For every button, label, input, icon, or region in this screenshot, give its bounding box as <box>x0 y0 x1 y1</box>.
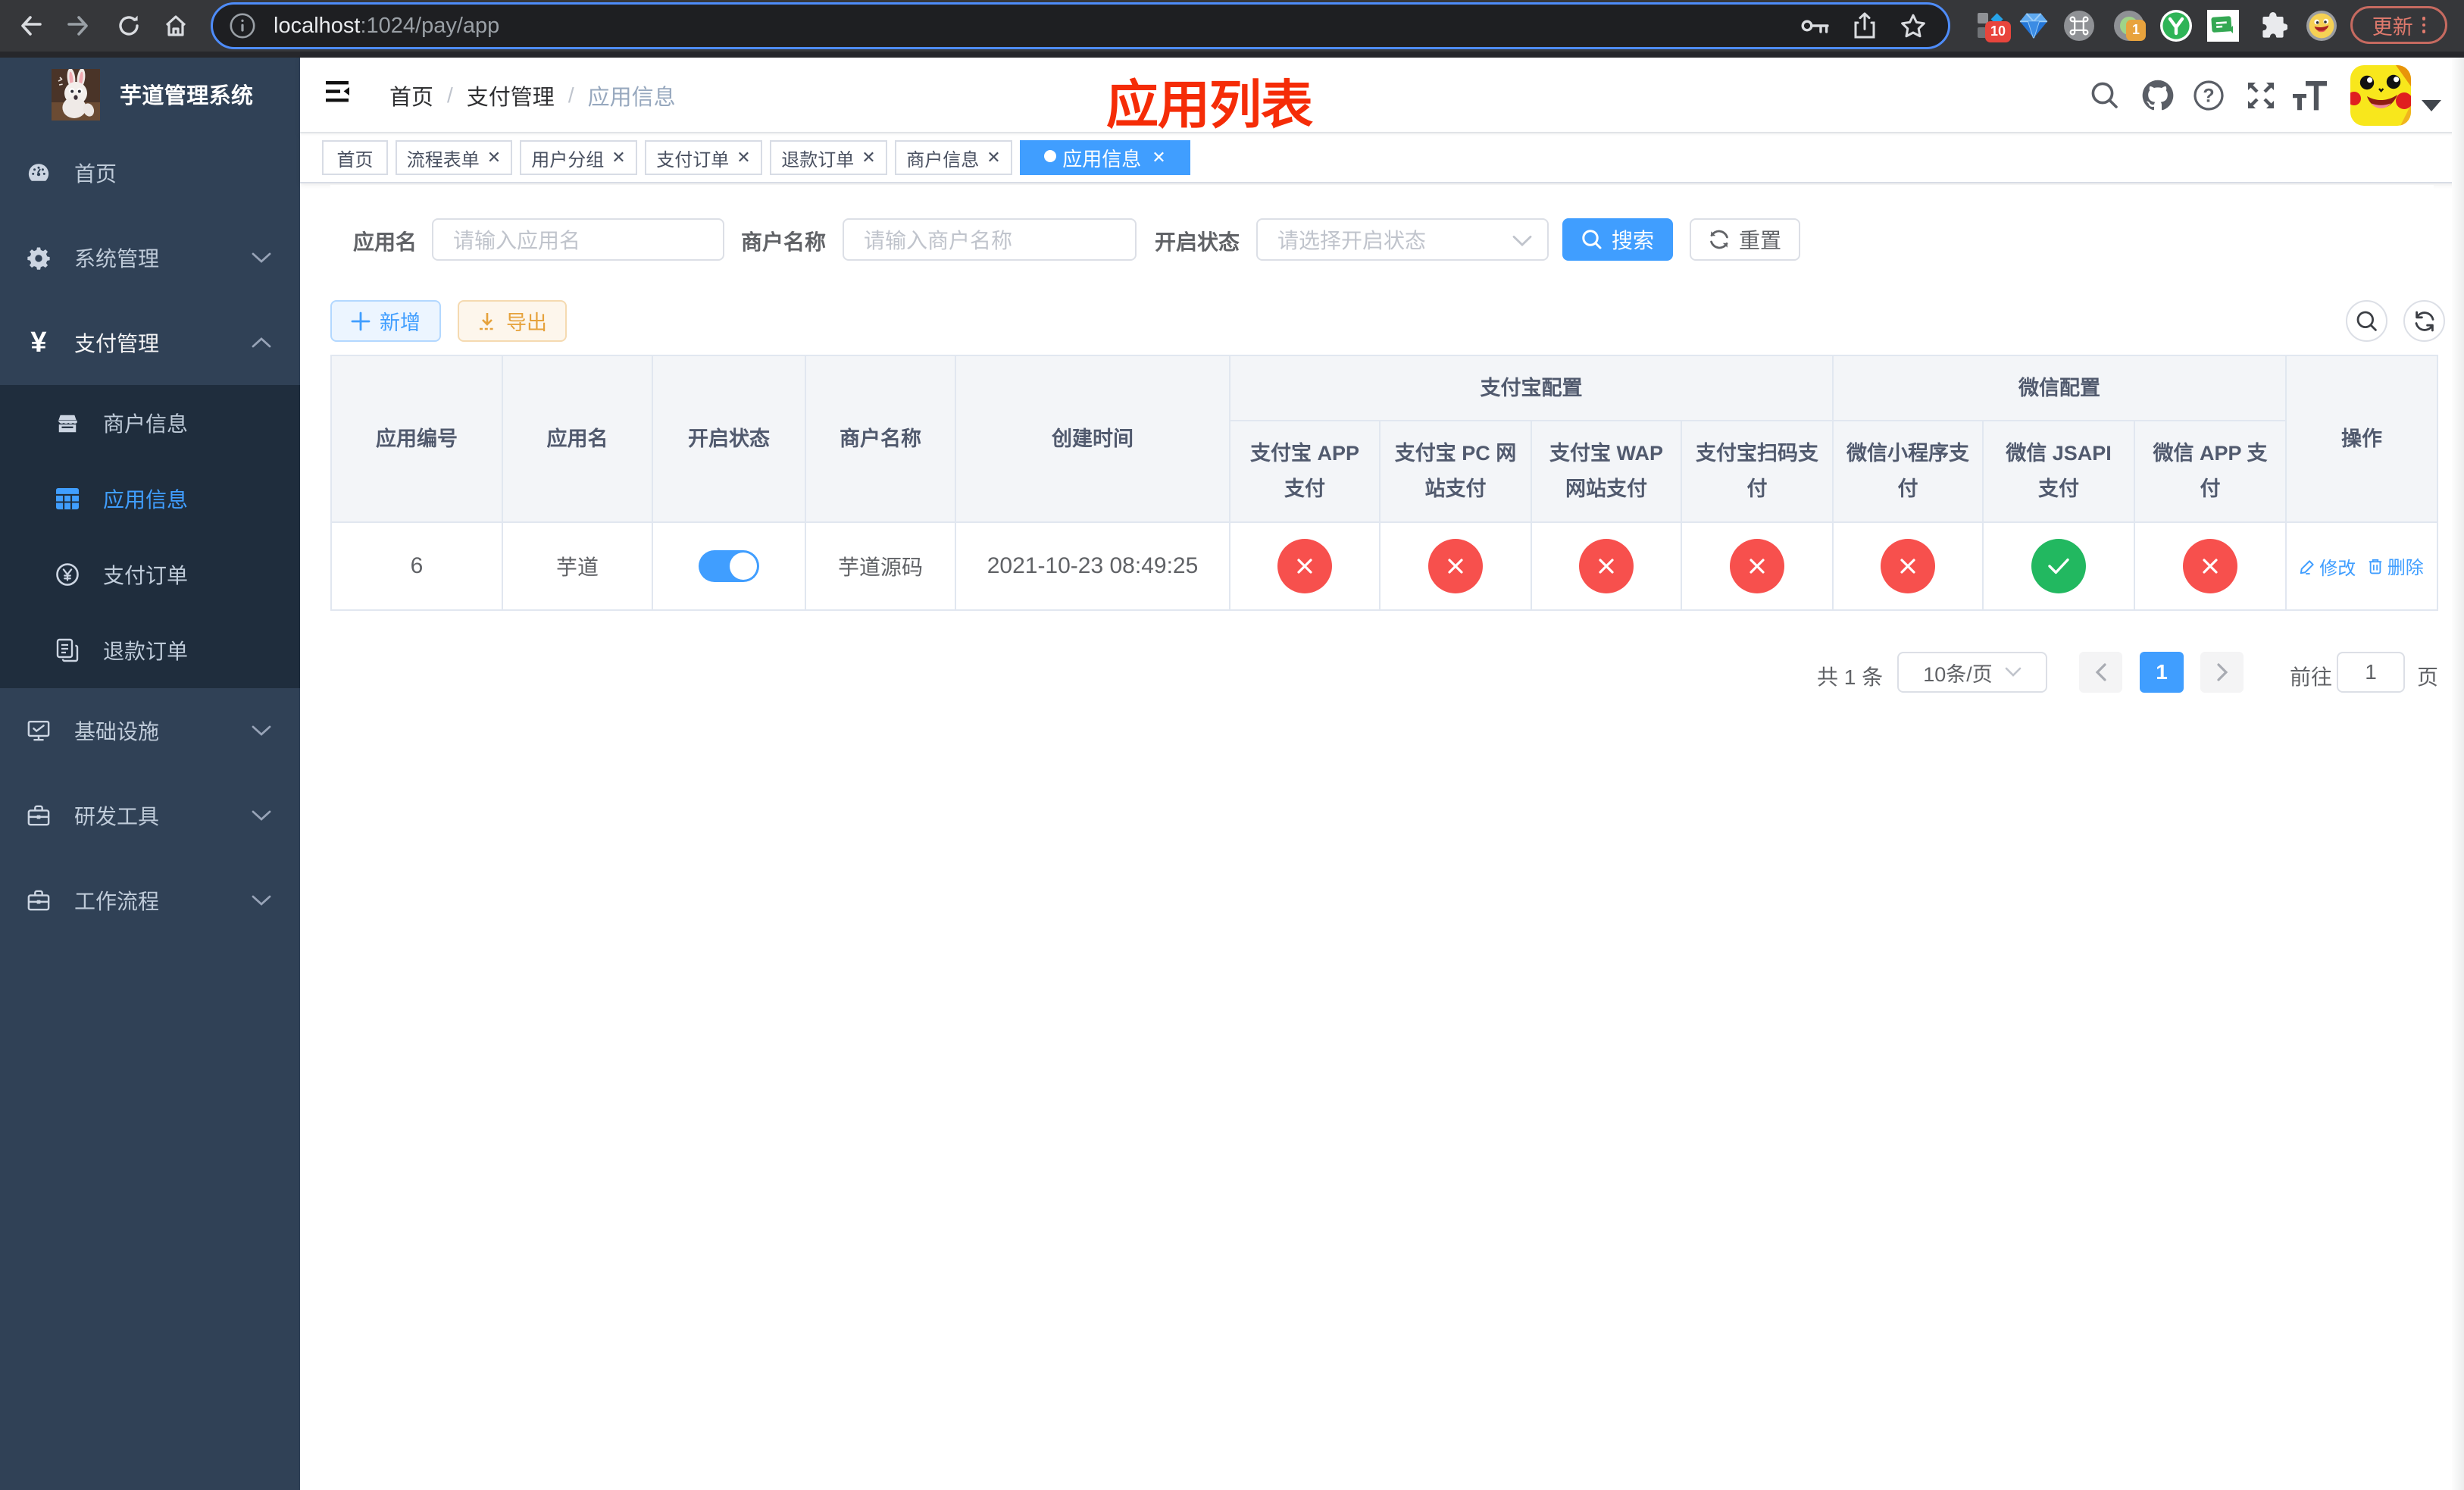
svg-text:?: ? <box>2203 86 2214 107</box>
